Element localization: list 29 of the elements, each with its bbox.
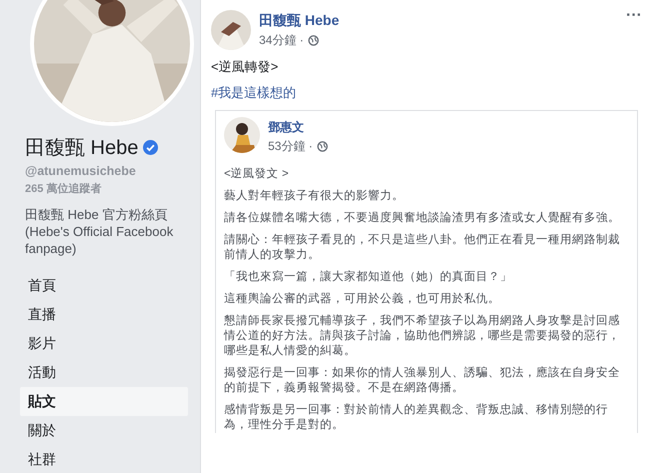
author-link[interactable]: 鄧惠文 <box>268 119 328 136</box>
globe-icon <box>308 35 319 46</box>
post-time: 34分鐘 · <box>259 32 304 49</box>
more-button[interactable]: ··· <box>624 10 644 22</box>
post-paragraph: 請關心：年輕孩子看見的，不只是這些八卦。他們正在看見一種用網路制裁前情人的攻擊力。 <box>224 233 621 263</box>
page-description: 田馥甄 Hebe 官方粉絲頁 (Hebe's Official Facebook fanpage) <box>25 206 174 257</box>
nav-item[interactable]: 關於 <box>20 416 188 445</box>
follower-count: 265 萬位追蹤者 <box>25 182 102 196</box>
nav-item[interactable]: 直播 <box>20 300 188 329</box>
nav-item[interactable]: 首頁 <box>20 271 188 300</box>
nav-item[interactable]: 貼文 <box>20 387 188 416</box>
author-link[interactable]: 田馥甄 Hebe <box>259 12 340 30</box>
post-paragraph: 請各位媒體名嘴大德，不要過度興奮地談論渣男有多渣或女人覺醒有多強。 <box>224 211 621 226</box>
page-name: 田馥甄 Hebe <box>25 136 138 161</box>
post-paragraph: 懇請師長家長撥冗輔導孩子，我們不希望孩子以為用網路人身攻擊是討回感情公道的好方法。請與孩子討論，協助他們辨認，哪些是需要揭發的惡行，哪些是私人情愛的糾葛。 <box>224 314 621 359</box>
post-paragraph: <逆風發文 > <box>224 167 290 182</box>
post-paragraph: 藝人對年輕孩子有很大的影響力。 <box>224 189 405 204</box>
nav-item[interactable]: 社群 <box>20 445 188 473</box>
nav-item[interactable]: 活動 <box>20 358 188 387</box>
post-paragraph: 揭發惡行是一回事：如果你的情人強暴別人、誘騙、犯法，應該在自身安全的前提下，義勇報警揭發。不是在網路傳播。 <box>224 366 621 396</box>
hashtag-link[interactable]: #我是這樣想的 <box>211 84 644 102</box>
post-time: 53分鐘 · <box>268 138 313 155</box>
post-text: <逆風轉發> <box>211 58 280 76</box>
page-handle: @atunemusichebe <box>25 164 137 178</box>
globe-icon <box>316 141 328 152</box>
nav-item[interactable]: 影片 <box>20 329 188 358</box>
post-paragraph: 「我也來寫一篇，讓大家都知道他（她）的真面目？」 <box>224 270 513 285</box>
post-paragraph: 這種輿論公審的武器，可用於公義，也可用於私仇。 <box>224 292 501 307</box>
post-paragraph: 感情背叛是另一回事：對於前情人的差異觀念、背叛忠誠、移情別戀的行為，理性分手是對的。 <box>224 403 609 433</box>
